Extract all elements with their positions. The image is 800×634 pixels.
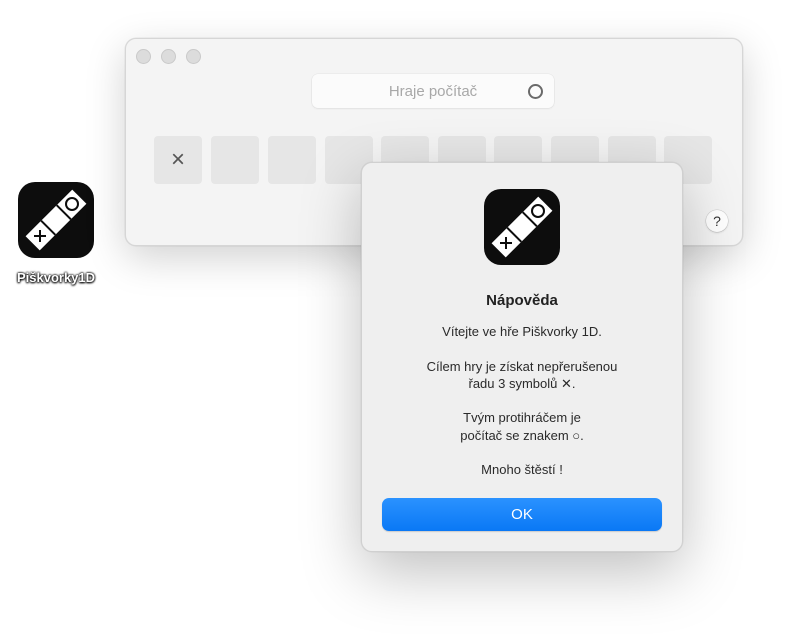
app-icon-label[interactable]: Piškvorky1D: [0, 270, 112, 285]
cell-mark: [211, 136, 259, 184]
close-window-button[interactable]: [136, 49, 151, 64]
dialog-text-line: Vítejte ve hře Piškvorky 1D.: [442, 324, 602, 339]
board-cell-3[interactable]: [268, 136, 316, 184]
help-button[interactable]: ?: [706, 210, 728, 232]
app-icon[interactable]: [18, 182, 94, 258]
board-cell-2[interactable]: [211, 136, 259, 184]
board-cell-1[interactable]: ×: [154, 136, 202, 184]
dialog-text-line: Tvým protihráčem je: [463, 410, 581, 425]
minimize-window-button[interactable]: [161, 49, 176, 64]
app-icon: [484, 189, 560, 265]
dialog-title: Nápověda: [486, 292, 558, 309]
help-dialog: Nápověda Vítejte ve hře Piškvorky 1D. Cí…: [361, 162, 683, 552]
status-box: Hraje počítač: [312, 74, 554, 108]
status-text: Hraje počítač: [388, 83, 478, 100]
cell-mark: ×: [170, 146, 185, 173]
circle-icon: [528, 84, 543, 99]
cell-mark: [268, 136, 316, 184]
ok-button[interactable]: OK: [382, 498, 662, 531]
dialog-text-line: řadu 3 symbolů ✕.: [468, 376, 576, 391]
dialog-text-line: Cílem hry je získat nepřerušenou: [426, 359, 618, 374]
dialog-text-line: počítač se znakem ○.: [460, 428, 584, 443]
zoom-window-button[interactable]: [186, 49, 201, 64]
dialog-text-line: Mnoho štěstí !: [481, 462, 563, 477]
